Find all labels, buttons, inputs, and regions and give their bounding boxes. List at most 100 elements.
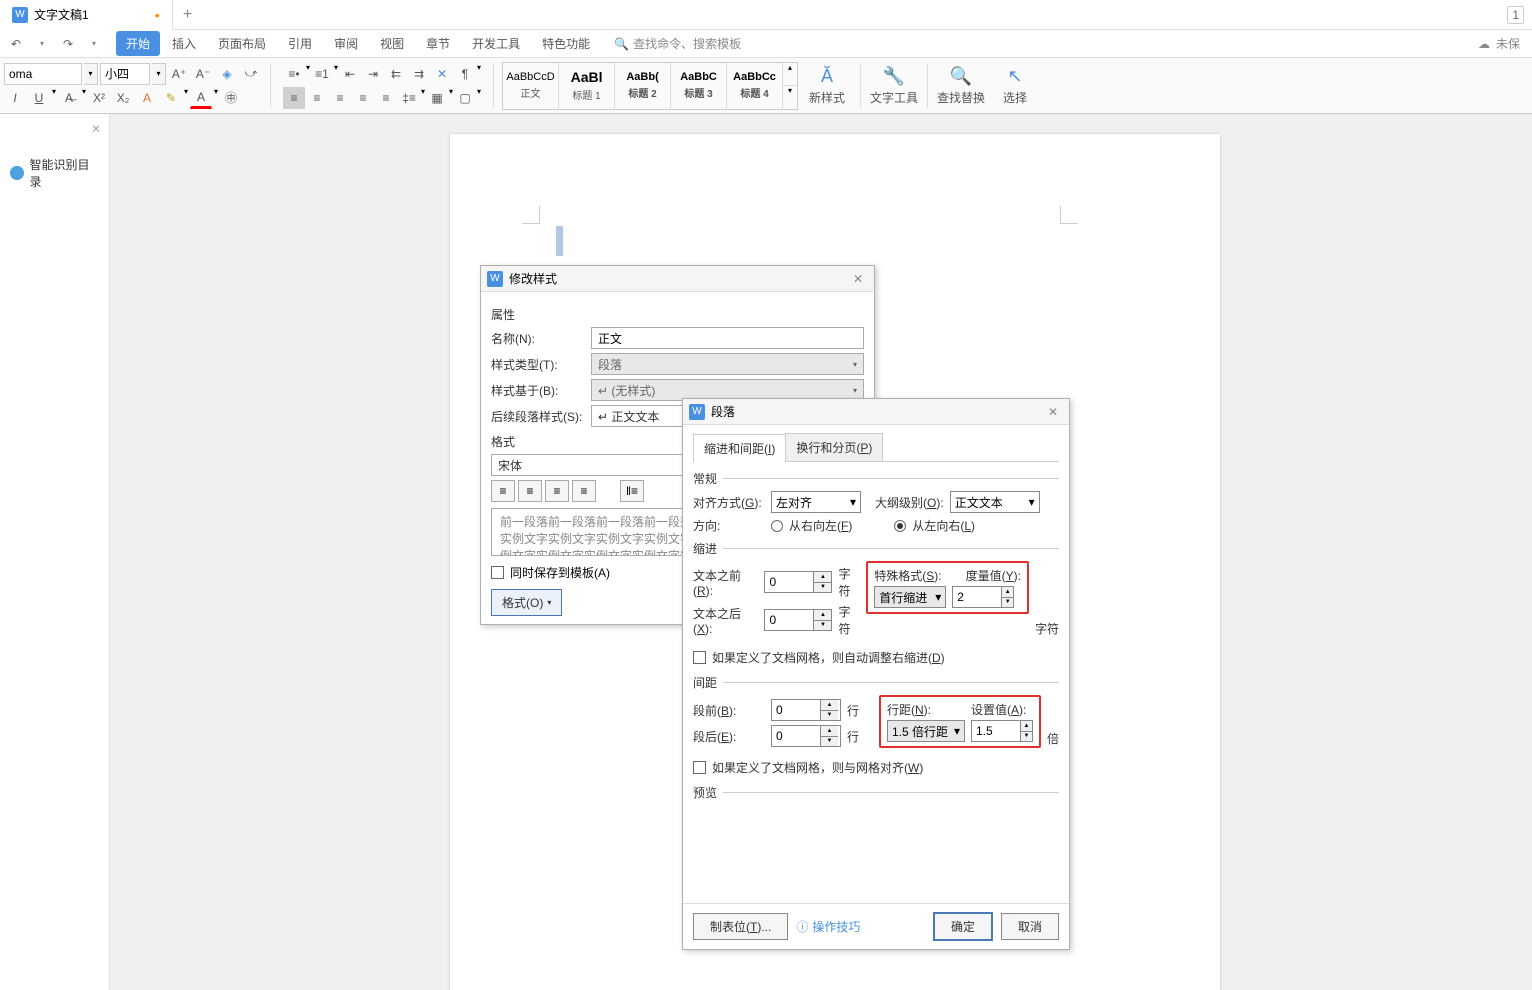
style-heading2[interactable]: AaBb(标题 2 [615,63,671,109]
border-button[interactable]: ▢ [454,87,476,109]
indent-button[interactable]: ‖≡ [620,480,644,502]
spin-up-icon[interactable]: ▲ [821,700,838,711]
spin-down-icon[interactable]: ▼ [821,711,838,721]
font-name-arrow-icon[interactable]: ▾ [84,63,98,85]
close-icon[interactable]: ✕ [1043,405,1063,419]
spin-up-icon[interactable]: ▲ [821,726,838,737]
line-spacing-button[interactable]: ‡≡ [398,87,420,109]
highlight-button[interactable]: ✎ [160,87,182,109]
set-value-value[interactable] [972,721,1020,741]
rtl-radio[interactable] [771,520,783,532]
menu-special[interactable]: 特色功能 [532,31,600,56]
show-marks-button[interactable]: ¶ [454,63,476,85]
tabs-button[interactable]: 制表位(T)... [693,913,788,940]
spin-up-icon[interactable]: ▲ [1002,587,1013,598]
spin-up-icon[interactable]: ▲ [814,572,831,583]
align-center-button[interactable]: ≡ [518,480,542,502]
underline-dropdown-icon[interactable]: ▾ [52,87,56,109]
chevron-down-icon[interactable]: ▾ [306,63,310,85]
align-left-button[interactable]: ≡ [283,87,305,109]
after-text-value[interactable] [765,610,813,630]
increase-font-icon[interactable]: A⁺ [168,63,190,85]
before-para-spinner[interactable]: ▲▼ [771,699,841,721]
sort-button[interactable]: ✕ [431,63,453,85]
snap-grid-checkbox[interactable] [693,761,706,774]
align-combo[interactable]: 左对齐▾ [771,491,861,513]
italic-button[interactable]: I [4,87,26,109]
spin-down-icon[interactable]: ▼ [814,583,831,593]
spin-down-icon[interactable]: ▼ [821,737,838,747]
before-text-value[interactable] [765,572,813,592]
select-button[interactable]: ↖选择 [990,66,1040,106]
dialog-titlebar[interactable]: W 段落 ✕ [683,399,1069,425]
font-size-combo[interactable]: 小四 [100,63,150,85]
menu-insert[interactable]: 插入 [162,31,206,56]
font-size-arrow-icon[interactable]: ▾ [152,63,166,85]
cancel-button[interactable]: 取消 [1001,913,1059,940]
ok-button[interactable]: 确定 [933,912,993,941]
strikethrough-button[interactable]: A̶ [58,87,80,109]
style-normal[interactable]: AaBbCcD正文 [503,63,559,109]
before-para-value[interactable] [772,700,820,720]
strike-dropdown-icon[interactable]: ▾ [82,87,86,109]
redo-button[interactable]: ↷ [56,34,80,54]
clear-format-icon[interactable]: ◈ [216,63,238,85]
undo-dropdown-icon[interactable]: ▾ [30,34,54,54]
spin-up-icon[interactable]: ▲ [814,610,831,621]
shading-button[interactable]: ▦ [426,87,448,109]
align-right-button[interactable]: ≡ [329,87,351,109]
chevron-down-icon[interactable]: ▾ [449,87,453,109]
spin-down-icon[interactable]: ▼ [1002,598,1013,608]
align-justify-button[interactable]: ≡ [572,480,596,502]
cloud-icon[interactable]: ☁ [1478,37,1490,51]
menu-start[interactable]: 开始 [116,31,160,56]
align-right-button[interactable]: ≡ [545,480,569,502]
number-list-button[interactable]: ≡1 [311,63,333,85]
style-heading4[interactable]: AaBbCc标题 4 [727,63,783,109]
type-combo[interactable]: 段落▾ [591,353,864,375]
phonetic-button[interactable]: ㊥ [220,87,242,109]
close-icon[interactable]: ✕ [91,122,101,136]
format-dropdown-button[interactable]: 格式(O) ▾ [491,589,562,616]
chevron-down-icon[interactable]: ▾ [334,63,338,85]
indent-decrease-button[interactable]: ⇤ [339,63,361,85]
bullet-list-button[interactable]: ≡• [283,63,305,85]
align-left-button[interactable]: ≡ [491,480,515,502]
menu-review[interactable]: 审阅 [324,31,368,56]
decrease-font-icon[interactable]: A⁻ [192,63,214,85]
redo-dropdown-icon[interactable]: ▾ [82,34,106,54]
menu-view[interactable]: 视图 [370,31,414,56]
special-combo[interactable]: 首行缩进▾ [874,586,946,608]
highlight-dropdown-icon[interactable]: ▾ [184,87,188,109]
spin-down-icon[interactable]: ▼ [1021,732,1032,742]
close-icon[interactable]: ✕ [848,272,868,286]
text-effect-button[interactable]: A [136,87,158,109]
after-para-spinner[interactable]: ▲▼ [771,725,841,747]
auto-indent-checkbox[interactable] [693,651,706,664]
style-heading1[interactable]: AaBl标题 1 [559,63,615,109]
measure-spinner[interactable]: ▲▼ [952,586,1014,608]
save-template-checkbox[interactable] [491,566,504,579]
style-heading3[interactable]: AaBbC标题 3 [671,63,727,109]
style-scroll[interactable]: ▴▾ [783,63,797,109]
find-replace-button[interactable]: 🔍查找替换 [936,66,986,106]
ltr-radio[interactable] [894,520,906,532]
tab-line-page-breaks[interactable]: 换行和分页(P) [785,433,883,461]
indent-button[interactable]: ⇉ [408,63,430,85]
add-tab-button[interactable]: + [173,6,203,24]
before-text-spinner[interactable]: ▲▼ [764,571,832,593]
spin-down-icon[interactable]: ▼ [814,621,831,631]
change-case-icon[interactable]: ⤻ [240,63,262,85]
command-search[interactable]: 🔍 查找命令、搜索模板 [614,35,741,52]
font-color-button[interactable]: A [190,87,212,109]
measure-value[interactable] [953,587,1001,607]
align-justify-button[interactable]: ≡ [352,87,374,109]
new-style-button[interactable]: Ă新样式 [802,66,852,106]
chevron-down-icon[interactable]: ▾ [421,87,425,109]
dialog-titlebar[interactable]: W 修改样式 ✕ [481,266,874,292]
tips-link[interactable]: ⓘ操作技巧 [796,918,860,935]
menu-dev-tools[interactable]: 开发工具 [462,31,530,56]
chevron-down-icon[interactable]: ▾ [477,87,481,109]
spin-up-icon[interactable]: ▲ [1021,721,1032,732]
subscript-button[interactable]: X₂ [112,87,134,109]
